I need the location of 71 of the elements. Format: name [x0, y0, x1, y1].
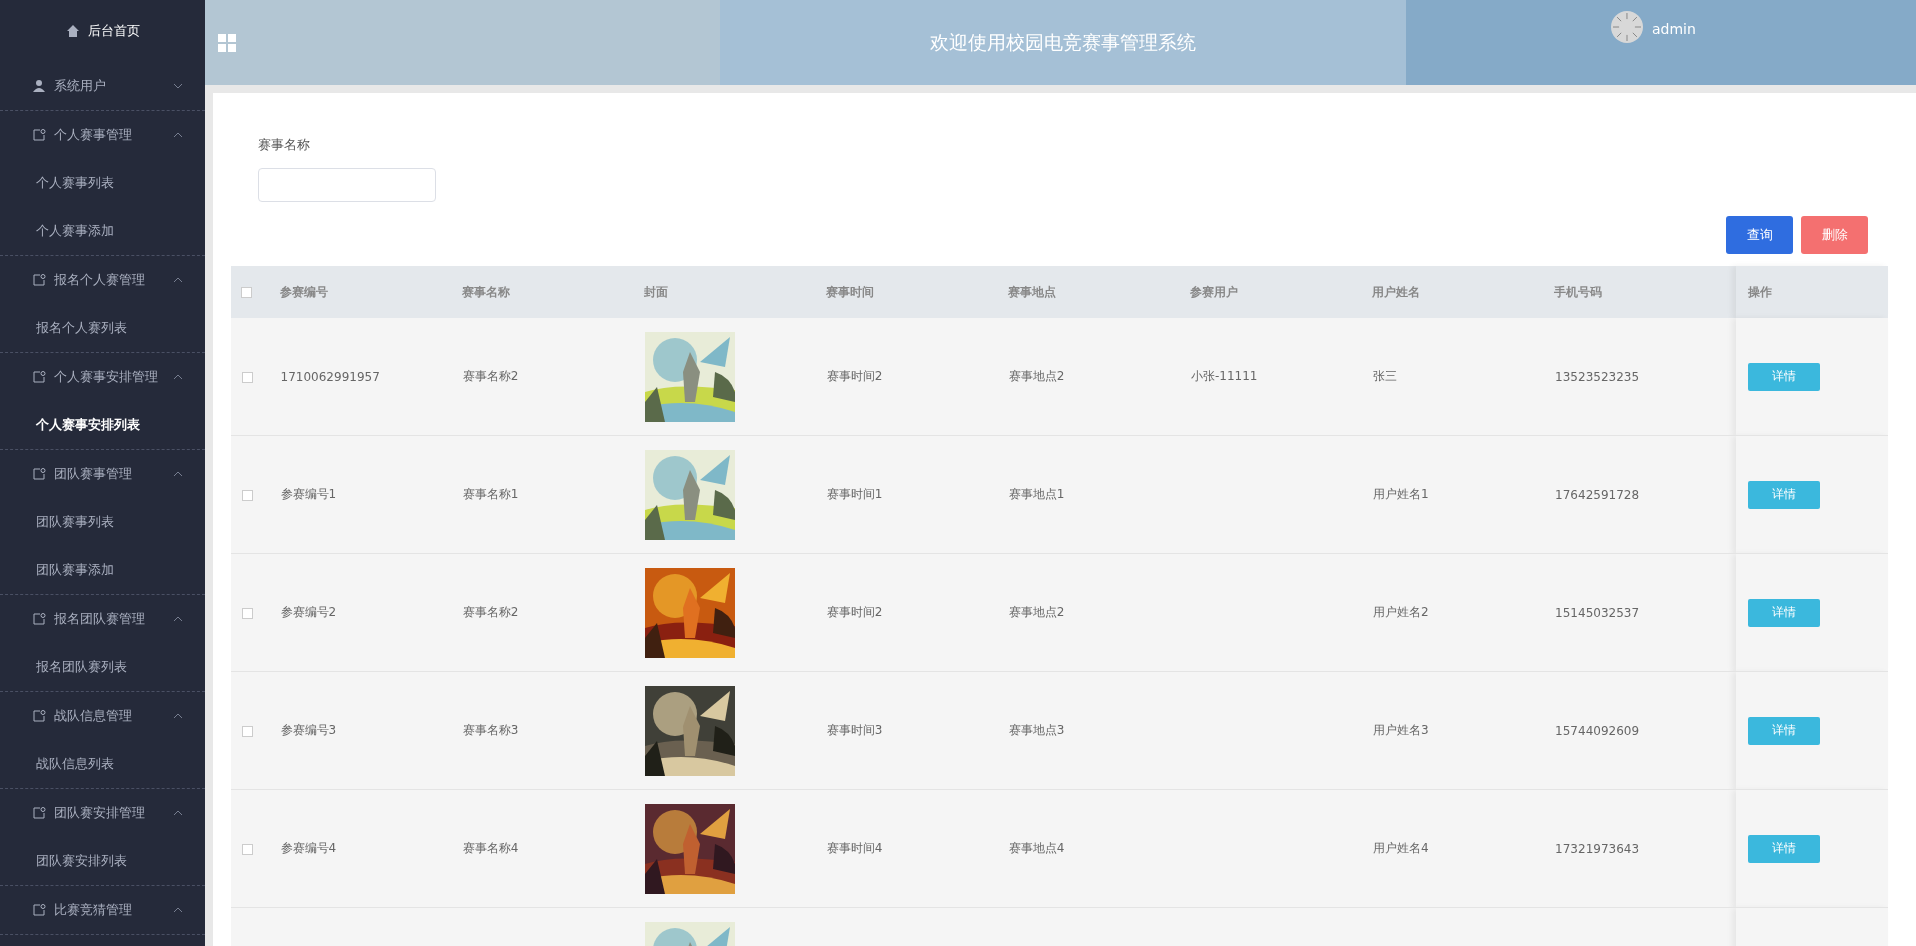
- table-cell: 赛事时间2: [826, 369, 883, 383]
- table-cell: 15145032537: [1555, 605, 1640, 620]
- sidebar-group[interactable]: 系统用户: [0, 62, 205, 110]
- table-cell: 参赛编号4: [280, 841, 337, 855]
- table-cell: 小张-11111: [1190, 369, 1258, 383]
- sidebar-group-label: 团队赛安排管理: [54, 804, 146, 822]
- table-cell: 张三: [1373, 369, 1397, 383]
- table-cell: 赛事时间4: [826, 841, 883, 855]
- sidebar-group[interactable]: 报名个人赛管理: [0, 256, 205, 304]
- table-cell: 赛事名称3: [462, 723, 519, 737]
- table-cell: 参赛编号1: [280, 487, 337, 501]
- table-cell: 赛事地点2: [1008, 605, 1065, 619]
- sidebar-item[interactable]: 团队赛事列表: [0, 498, 205, 546]
- table-cell: 15744092609: [1555, 723, 1640, 738]
- table-cell: 赛事时间3: [826, 723, 883, 737]
- sidebar-item[interactable]: 团队赛安排列表: [0, 837, 205, 885]
- table-cell: 赛事名称2: [462, 369, 519, 383]
- table-cell: 赛事名称1: [462, 487, 519, 501]
- column-header: 赛事名称: [461, 284, 510, 299]
- column-header: 赛事地点: [1007, 284, 1056, 299]
- table-cell: 赛事时间1: [826, 487, 883, 501]
- table-cell: 赛事名称4: [462, 841, 519, 855]
- table-cell: 赛事名称2: [462, 605, 519, 619]
- sidebar-item[interactable]: 个人赛事列表: [0, 159, 205, 207]
- column-header: 赛事时间: [825, 284, 874, 299]
- sidebar-item[interactable]: 个人赛事添加: [0, 207, 205, 255]
- sidebar-item[interactable]: 报名团队赛列表: [0, 643, 205, 691]
- sidebar-group-label: 比赛竞猜管理: [54, 901, 133, 919]
- column-header: 参赛编号: [279, 284, 328, 299]
- sidebar-group-label: 个人赛事安排管理: [54, 368, 159, 386]
- sidebar-group-label: 团队赛事管理: [54, 465, 133, 483]
- table-cell: 17642591728: [1555, 487, 1640, 502]
- sidebar-group[interactable]: 个人赛事安排管理: [0, 353, 205, 401]
- table-cell: 用户姓名1: [1373, 487, 1429, 501]
- sidebar-group-label: 系统用户: [54, 77, 107, 95]
- sidebar-group[interactable]: 团队赛事管理: [0, 450, 205, 498]
- sidebar-group-label: 战队信息管理: [54, 707, 133, 725]
- sidebar-home-link[interactable]: 后台首页: [87, 22, 140, 40]
- sidebar-group[interactable]: 比赛竞猜管理: [0, 886, 205, 934]
- sidebar-group[interactable]: 团队赛安排管理: [0, 789, 205, 837]
- table-cell: 13523523235: [1555, 369, 1640, 384]
- query-button[interactable]: 查询: [1726, 216, 1793, 254]
- table-cell: 参赛编号3: [280, 723, 337, 737]
- table-cell: 参赛编号2: [280, 605, 337, 619]
- table-cell: 赛事时间2: [826, 605, 883, 619]
- table-cell: 赛事地点1: [1008, 487, 1065, 501]
- table-cell: 用户姓名3: [1373, 723, 1429, 737]
- system-title: 欢迎使用校园电竞赛事管理系统: [930, 29, 1196, 55]
- sidebar-group-label: 报名团队赛管理: [54, 610, 146, 628]
- sidebar-group-label: 报名个人赛管理: [54, 271, 146, 289]
- table-cell: 用户姓名4: [1373, 841, 1429, 855]
- table-cell: 赛事地点4: [1008, 841, 1065, 855]
- table-cell: 用户姓名2: [1373, 605, 1429, 619]
- sidebar-item[interactable]: 战队信息列表: [0, 740, 205, 788]
- column-header: 用户姓名: [1372, 284, 1420, 299]
- table-cell: 1710062991957: [280, 369, 380, 384]
- sidebar-item[interactable]: 团队赛事添加: [0, 546, 205, 594]
- sidebar-group[interactable]: 报名团队赛管理: [0, 595, 205, 643]
- table-cell: 赛事地点3: [1008, 723, 1065, 737]
- sidebar-group[interactable]: 个人赛事管理: [0, 111, 205, 159]
- table-cell: 赛事地点2: [1008, 369, 1065, 383]
- sidebar-item[interactable]: 个人赛事安排列表: [0, 401, 205, 449]
- column-header: 参赛用户: [1189, 284, 1238, 299]
- sidebar-item[interactable]: 报名个人赛列表: [0, 304, 205, 352]
- sidebar-group-label: 个人赛事管理: [54, 126, 133, 144]
- sidebar-group[interactable]: 战队信息管理: [0, 692, 205, 740]
- column-header: 手机号码: [1554, 284, 1603, 299]
- table-cell: 17321973643: [1555, 841, 1640, 856]
- column-header: 操作: [1748, 284, 1773, 299]
- search-label: 赛事名称: [258, 136, 310, 154]
- column-header: 封面: [643, 284, 668, 299]
